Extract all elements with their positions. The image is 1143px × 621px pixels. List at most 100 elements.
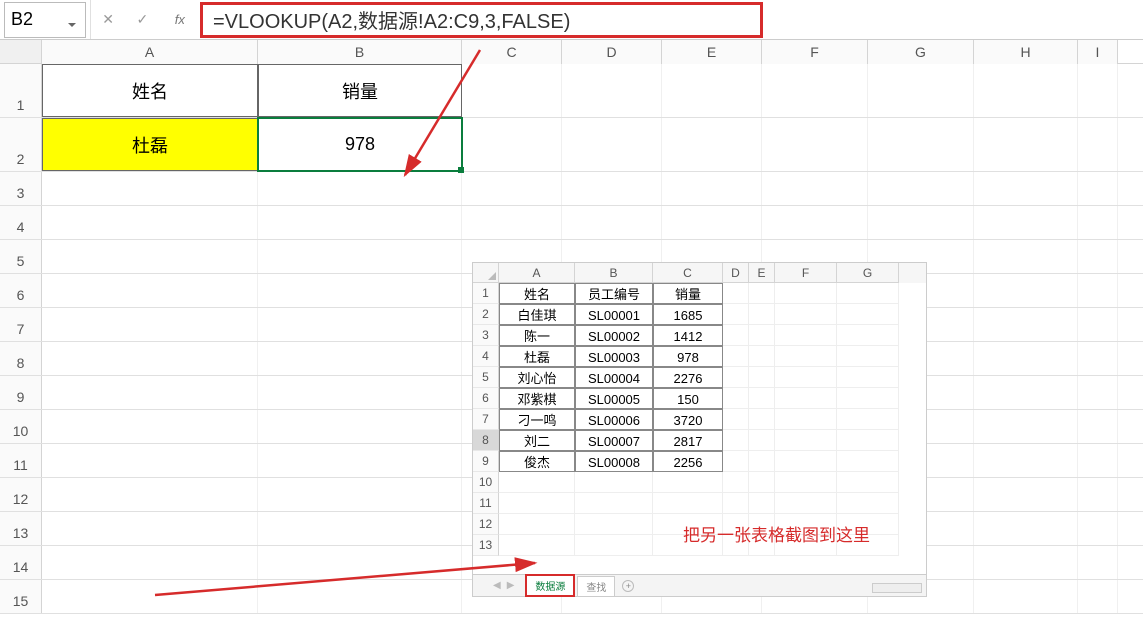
inset-cell[interactable] [775,451,837,472]
cell-H2[interactable] [974,118,1078,171]
inset-row-header[interactable]: 5 [473,367,499,388]
inset-cell[interactable] [837,325,899,346]
cell-F2[interactable] [762,118,868,171]
inset-cell[interactable] [749,283,775,304]
tab-nav-next-icon[interactable]: ▶ [507,580,515,591]
row-header-13[interactable]: 13 [0,512,42,545]
cell-A2[interactable]: 杜磊 [42,118,258,171]
inset-cell[interactable]: 2276 [653,367,723,388]
inset-cell[interactable]: SL00007 [575,430,653,451]
inset-tab-active[interactable]: 数据源 [525,574,575,597]
row-header-5[interactable]: 5 [0,240,42,273]
inset-col-C[interactable]: C [653,263,723,283]
tab-nav-prev-icon[interactable]: ◀ [493,580,501,591]
inset-cell[interactable]: 3720 [653,409,723,430]
inset-cell[interactable] [775,409,837,430]
inset-cell[interactable] [837,304,899,325]
inset-add-sheet-icon[interactable]: + [622,580,634,592]
inset-col-E[interactable]: E [749,263,775,283]
inset-cell[interactable]: 俊杰 [499,451,575,472]
inset-cell[interactable]: 白佳琪 [499,304,575,325]
inset-col-B[interactable]: B [575,263,653,283]
inset-cell[interactable] [775,283,837,304]
name-box[interactable]: B2 [4,2,86,38]
inset-cell[interactable] [723,304,749,325]
inset-cell[interactable] [837,388,899,409]
inset-cell[interactable] [723,430,749,451]
inset-row-header[interactable]: 11 [473,493,499,514]
inset-col-D[interactable]: D [723,263,749,283]
cell-G1[interactable] [868,64,974,117]
col-header-A[interactable]: A [42,40,258,64]
inset-row-header[interactable]: 4 [473,346,499,367]
row-header-11[interactable]: 11 [0,444,42,477]
inset-cell[interactable] [749,325,775,346]
inset-cell[interactable]: 销量 [653,283,723,304]
inset-cell[interactable] [775,304,837,325]
row-header-3[interactable]: 3 [0,172,42,205]
cell-B2[interactable]: 978 [258,118,462,171]
cell-D1[interactable] [562,64,662,117]
cell-E2[interactable] [662,118,762,171]
inset-cell[interactable] [775,430,837,451]
inset-cell[interactable]: SL00002 [575,325,653,346]
inset-cell[interactable]: SL00003 [575,346,653,367]
row-header-10[interactable]: 10 [0,410,42,443]
inset-cell[interactable] [775,388,837,409]
col-header-G[interactable]: G [868,40,974,64]
cell-I1[interactable] [1078,64,1118,117]
inset-cell[interactable]: SL00006 [575,409,653,430]
inset-cell[interactable]: 员工编号 [575,283,653,304]
inset-cell[interactable] [775,346,837,367]
cell-I2[interactable] [1078,118,1118,171]
inset-row-header[interactable]: 6 [473,388,499,409]
inset-row-header[interactable]: 1 [473,283,499,304]
row-header-15[interactable]: 15 [0,580,42,613]
inset-cell[interactable]: 刁一鸣 [499,409,575,430]
cell-C1[interactable] [462,64,562,117]
inset-cell[interactable]: SL00008 [575,451,653,472]
inset-cell[interactable] [749,451,775,472]
cell-E1[interactable] [662,64,762,117]
inset-cell[interactable]: SL00004 [575,367,653,388]
cell-D2[interactable] [562,118,662,171]
col-header-H[interactable]: H [974,40,1078,64]
inset-tab-other[interactable]: 查找 [577,576,615,596]
cancel-icon[interactable]: ✕ [100,12,116,28]
inset-cell[interactable]: 978 [653,346,723,367]
inset-cell[interactable]: 刘二 [499,430,575,451]
row-header-14[interactable]: 14 [0,546,42,579]
inset-cell[interactable]: 杜磊 [499,346,575,367]
row-header-2[interactable]: 2 [0,118,42,171]
inset-cell[interactable] [837,451,899,472]
cell-B1[interactable]: 销量 [258,64,462,117]
fx-icon[interactable]: fx [175,12,185,27]
row-header-9[interactable]: 9 [0,376,42,409]
inset-cell[interactable] [723,325,749,346]
inset-cell[interactable] [837,346,899,367]
inset-cell[interactable]: SL00005 [575,388,653,409]
inset-cell[interactable] [837,430,899,451]
row-header-4[interactable]: 4 [0,206,42,239]
col-header-I[interactable]: I [1078,40,1118,64]
inset-row-header[interactable]: 9 [473,451,499,472]
inset-row-header[interactable]: 3 [473,325,499,346]
row-header-6[interactable]: 6 [0,274,42,307]
inset-cell[interactable] [749,388,775,409]
inset-cell[interactable] [749,346,775,367]
inset-h-scrollbar[interactable] [872,583,922,593]
inset-cell[interactable]: 2256 [653,451,723,472]
row-header-7[interactable]: 7 [0,308,42,341]
inset-row-header[interactable]: 8 [473,430,499,451]
row-header-1[interactable]: 1 [0,64,42,117]
inset-cell[interactable] [837,409,899,430]
inset-cell[interactable] [723,388,749,409]
confirm-icon[interactable]: ✓ [134,12,150,28]
inset-cell[interactable]: 陈一 [499,325,575,346]
row-header-8[interactable]: 8 [0,342,42,375]
inset-cell[interactable] [723,451,749,472]
inset-row-header[interactable]: 2 [473,304,499,325]
formula-input[interactable]: =VLOOKUP(A2,数据源!A2:C9,3,FALSE) [200,2,763,38]
cell-G2[interactable] [868,118,974,171]
col-header-B[interactable]: B [258,40,462,64]
